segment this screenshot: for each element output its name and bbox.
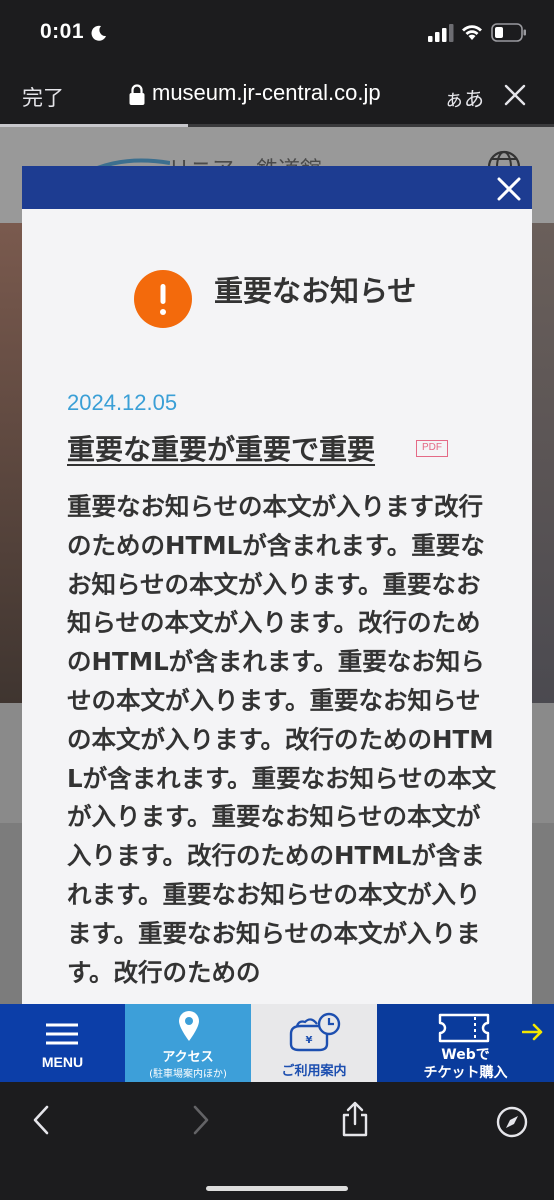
news-body: 重要なお知らせの本文が入ります改行のためのHTMLが含まれます。重要なお知らせの… [67,492,497,987]
modal-close-icon[interactable] [494,174,524,204]
browser-toolbar [0,1082,554,1200]
map-pin-icon [179,1011,199,1041]
svg-text:¥: ¥ [306,1035,313,1046]
menu-label: MENU [41,1054,84,1070]
wifi-icon [462,25,482,40]
guide-button[interactable]: ¥ ご利用案内 [251,1004,377,1082]
site-bottom-nav: MENU アクセス (駐車場案内ほか) ¥ ご利用案内 Webで チケット購入 [0,1004,554,1082]
news-date: 2024.12.05 [67,390,178,415]
share-icon[interactable] [340,1100,370,1138]
forward-icon [193,1105,209,1135]
signal-icon [428,24,454,42]
ticket-label-line1: Webで [441,1047,490,1063]
text-size-button[interactable]: ぁあ [444,83,484,112]
menu-button[interactable]: MENU [0,1004,125,1082]
web-ticket-button[interactable]: Webで チケット購入 [377,1004,554,1082]
pdf-badge: PDF [416,440,448,457]
modal-title: 重要なお知らせ [214,274,417,308]
ticket-label-line2: チケット購入 [423,1065,508,1081]
home-indicator [206,1186,348,1191]
status-time: 0:01 [40,20,85,43]
compass-icon[interactable] [496,1106,528,1138]
modal-header-bar [22,166,532,209]
guide-label: ご利用案内 [281,1064,347,1079]
hero-image-edge [532,223,554,703]
arrow-right-icon [522,1023,543,1041]
access-sublabel: (駐車場案内ほか) [149,1069,227,1080]
access-button[interactable]: アクセス (駐車場案内ほか) [125,1004,251,1082]
ticket-icon [438,1013,490,1043]
battery-icon [491,23,526,42]
lock-icon [129,84,145,105]
alert-icon [134,270,192,328]
wallet-clock-icon: ¥ [289,1012,341,1052]
moon-icon [91,25,106,41]
access-label: アクセス [162,1050,214,1065]
hamburger-icon [46,1023,78,1045]
hero-image-edge [0,223,22,703]
browser-bar: 完了 museum.jr-central.co.jp ぁあ [0,66,554,126]
url-field[interactable]: museum.jr-central.co.jp [152,80,381,106]
news-title-link[interactable]: 重要な重要が重要で重要 [67,428,375,468]
close-icon[interactable] [503,83,527,107]
notice-modal: 重要なお知らせ 2024.12.05 重要な重要が重要で重要 PDF 重要なお知… [22,166,532,1004]
back-icon[interactable] [30,1104,52,1136]
status-bar: 0:01 [0,0,554,66]
done-button[interactable]: 完了 [22,82,64,112]
